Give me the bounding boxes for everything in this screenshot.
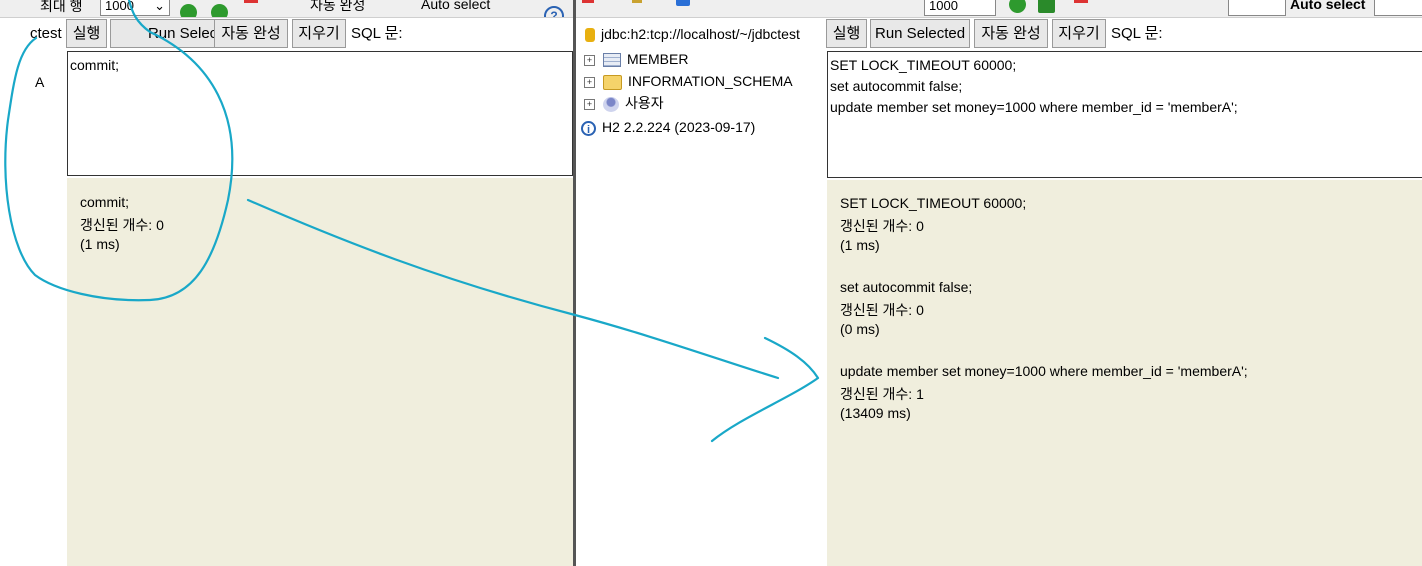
refresh-icon[interactable]: [632, 0, 642, 3]
tree-item-information-schema[interactable]: + INFORMATION_SCHEMA: [584, 71, 793, 92]
result-updated-count: 갱신된 개수: 0: [840, 302, 924, 318]
clear-button[interactable]: 지우기: [1052, 19, 1106, 48]
result-sql: update member set money=1000 where membe…: [840, 363, 1248, 379]
max-rows-value: 1000: [105, 0, 134, 13]
run-selected-button[interactable]: Run Selected: [870, 19, 970, 48]
auto-select-label: Auto select: [421, 0, 491, 12]
result-updated-count: 갱신된 개수: 0: [840, 218, 924, 234]
sql-statement-label: SQL 문:: [351, 25, 403, 42]
right-auto-select-label: Auto select: [1290, 0, 1366, 12]
right-run-selected-icon[interactable]: [1038, 0, 1055, 13]
right-run-icon[interactable]: [1009, 0, 1026, 13]
sql-editor[interactable]: SET LOCK_TIMEOUT 60000; set autocommit f…: [827, 51, 1422, 178]
checkbox-icon[interactable]: [676, 0, 690, 6]
auto-select-select[interactable]: [1374, 0, 1422, 16]
run-selected-green-icon[interactable]: [211, 4, 228, 17]
result-time: (13409 ms): [840, 405, 911, 421]
autocomplete-button[interactable]: 자동 완성: [214, 19, 288, 48]
left-console-window: 최대 행 1000 ⌄ 자동 완성 Auto select ? ctest A …: [0, 0, 573, 566]
expand-icon[interactable]: +: [584, 76, 595, 88]
left-top-toolbar: 최대 행 1000 ⌄ 자동 완성 Auto select ?: [0, 0, 573, 18]
users-icon: [603, 96, 619, 112]
result-panel: SET LOCK_TIMEOUT 60000; 갱신된 개수: 0 (1 ms)…: [827, 180, 1422, 566]
help-icon[interactable]: ?: [544, 6, 564, 17]
result-panel: commit; 갱신된 개수: 0 (1 ms): [67, 178, 573, 566]
result-updated-count: 갱신된 개수: 1: [840, 386, 924, 402]
connection-node[interactable]: jdbc:h2:tcp://localhost/~/jdbctest: [585, 24, 800, 45]
tree-fragment: A: [35, 74, 45, 90]
sql-line: update member set money=1000 where membe…: [830, 99, 1238, 115]
result-sql: commit;: [80, 194, 129, 210]
run-green-icon[interactable]: [180, 4, 197, 17]
chevron-down-icon: ⌄: [154, 0, 165, 13]
sql-line: set autocommit false;: [830, 78, 963, 94]
table-icon: [603, 53, 621, 68]
right-console-window: 1000 Auto select jdbc:h2:tcp://localhost…: [576, 0, 1422, 566]
sql-editor[interactable]: commit;: [67, 51, 573, 176]
stop-icon[interactable]: [244, 0, 258, 3]
connection-url: jdbc:h2:tcp://localhost/~/jdbctest: [601, 26, 800, 42]
disconnect-icon[interactable]: [582, 0, 594, 3]
tree-item-users[interactable]: + 사용자: [584, 93, 664, 114]
right-stop-icon[interactable]: [1074, 0, 1088, 3]
autocomplete-button[interactable]: 자동 완성: [974, 19, 1048, 48]
info-icon: i: [581, 120, 596, 136]
tree-item-label: INFORMATION_SCHEMA: [628, 73, 793, 89]
clear-button[interactable]: 지우기: [292, 19, 346, 48]
result-time: (0 ms): [840, 321, 880, 337]
result-sql: SET LOCK_TIMEOUT 60000;: [840, 195, 1027, 211]
right-max-rows-select[interactable]: 1000: [924, 0, 996, 16]
max-rows-label: 최대 행: [40, 0, 83, 14]
version-label: H2 2.2.224 (2023-09-17): [602, 119, 756, 135]
version-info: i H2 2.2.224 (2023-09-17): [581, 117, 755, 138]
result-updated-count: 갱신된 개수: 0: [80, 217, 164, 233]
tree-item-member[interactable]: + MEMBER: [584, 49, 688, 70]
sql-statement-label: SQL 문:: [1111, 25, 1163, 42]
run-button[interactable]: 실행: [66, 19, 107, 48]
connection-fragment: ctest: [30, 25, 62, 42]
database-icon: [585, 28, 595, 43]
result-time: (1 ms): [80, 236, 120, 252]
folder-icon: [603, 74, 622, 90]
autocomplete-header-label: 자동 완성: [310, 0, 366, 13]
right-top-toolbar: 1000 Auto select: [576, 0, 1422, 18]
right-max-rows-value: 1000: [929, 0, 958, 13]
expand-icon[interactable]: +: [584, 98, 595, 110]
tree-item-label: 사용자: [625, 95, 664, 111]
max-rows-select[interactable]: 1000 ⌄: [100, 0, 170, 16]
sql-line: SET LOCK_TIMEOUT 60000;: [830, 57, 1017, 73]
result-time: (1 ms): [840, 237, 880, 253]
run-button[interactable]: 실행: [826, 19, 867, 48]
expand-icon[interactable]: +: [584, 54, 595, 66]
autocomplete-select[interactable]: [1228, 0, 1286, 16]
result-sql: set autocommit false;: [840, 279, 973, 295]
tree-item-label: MEMBER: [627, 51, 689, 67]
